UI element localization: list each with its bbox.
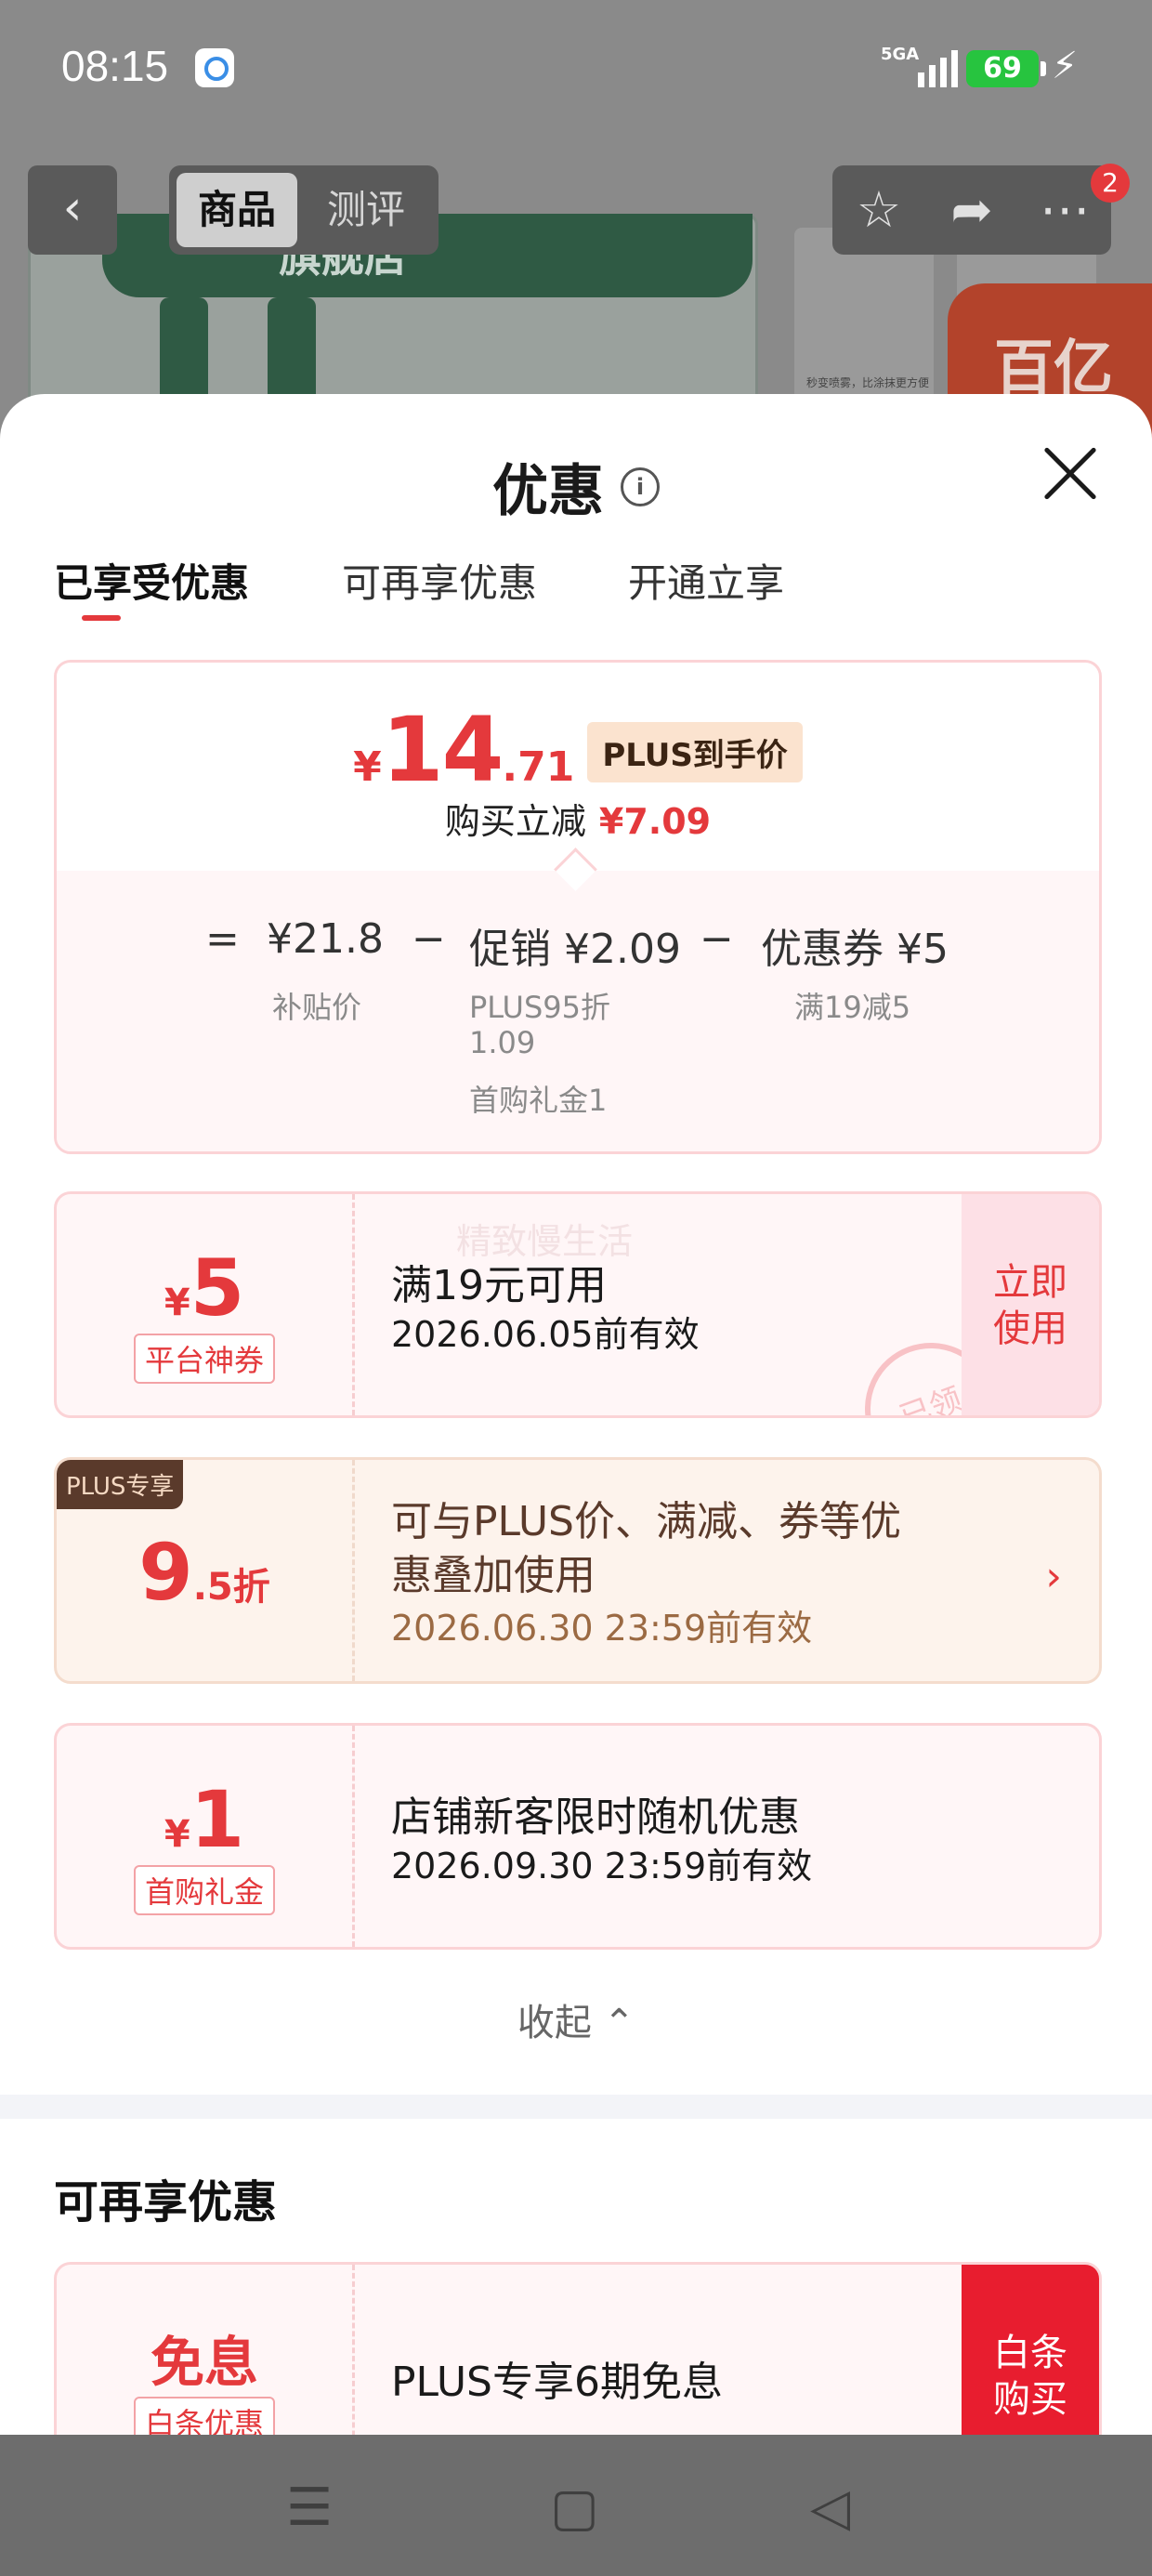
coupon-amount: 优惠券 ¥5 — [761, 926, 949, 973]
battery-icon: 69 — [966, 50, 1046, 87]
base-price-label: 补贴价 — [272, 990, 362, 1025]
coupon-validity: 2026.06.05前有效 — [391, 1314, 700, 1355]
share-icon[interactable]: ➦ — [925, 165, 1018, 255]
chevron-right-icon[interactable]: › — [1045, 1553, 1062, 1600]
coupon-value: 1 — [190, 1774, 245, 1865]
status-bar: 08:15 5GA 69 ⚡ — [0, 0, 1152, 139]
equals-sign: = — [205, 915, 240, 963]
info-icon[interactable]: i — [621, 467, 660, 506]
discount-value: 9 — [138, 1527, 193, 1618]
reduction-amount: ¥7.09 — [598, 801, 712, 842]
promo-detail: PLUS95折 — [469, 990, 610, 1025]
back-button[interactable]: ‹ — [28, 165, 117, 255]
home-icon[interactable]: ▢ — [550, 2477, 599, 2538]
active-tab-indicator — [82, 615, 121, 621]
currency-symbol: ¥ — [353, 743, 382, 791]
interest-free-tag: 白条优惠 — [133, 2397, 275, 2435]
sheet-title-text: 优惠 — [492, 459, 604, 524]
coupon-condition: 满19元可用 — [391, 1262, 607, 1309]
promo-amount: 促销 ¥2.09 — [469, 926, 681, 973]
product-nav-tabs: 商品 测评 — [169, 165, 439, 255]
promo-detail: 1.09 — [469, 1025, 536, 1060]
tab-enjoyed-discounts[interactable]: 已享受优惠 — [54, 552, 249, 609]
discount-description: 惠叠加使用 — [391, 1552, 596, 1599]
coupon-type-tag: 首购礼金 — [133, 1865, 275, 1915]
app-notification-icon — [195, 48, 234, 87]
collapse-button[interactable]: 收起 ⌃ — [0, 1992, 1152, 2046]
section-title-more-discounts: 可再享优惠 — [54, 2176, 278, 2228]
use-now-label: 立即 — [993, 1261, 1067, 1304]
discount-validity: 2026.06.30 23:59前有效 — [391, 1608, 813, 1649]
price-integer: 14 — [381, 698, 504, 802]
coupon-type-tag: 平台神券 — [133, 1334, 275, 1384]
interest-free-card: 免息 白条优惠 PLUS专享6期免息 白条 购买 — [54, 2262, 1102, 2435]
system-nav-bar: ☰ ▢ ◁ — [0, 2435, 1152, 2576]
close-button[interactable] — [1041, 444, 1100, 504]
plus-exclusive-badge: PLUS专享 — [57, 1460, 184, 1509]
tab-activate-discounts[interactable]: 开通立享 — [628, 552, 784, 609]
currency-symbol: ¥ — [164, 1813, 190, 1856]
buy-label: 白条 — [993, 2332, 1067, 2374]
chevron-up-icon: ⌃ — [603, 2002, 635, 2044]
buy-label: 购买 — [993, 2378, 1067, 2421]
coupon-card-first-purchase: ¥1 首购礼金 店铺新客限时随机优惠 2026.09.30 23:59前有效 — [54, 1723, 1102, 1950]
plus-discount-card[interactable]: PLUS专享 9.5折 可与PLUS价、满减、券等优 惠叠加使用 2026.06… — [54, 1457, 1102, 1684]
divider — [352, 1726, 355, 1947]
network-type: 5GA — [881, 45, 920, 64]
interest-free-description: PLUS专享6期免息 — [391, 2359, 723, 2406]
price-summary-card: ¥14.71 PLUS到手价 购买立减 ¥7.09 = ¥21.8 − 促销 ¥2.… — [54, 660, 1102, 1154]
discount-description: 可与PLUS价、满减、券等优 — [391, 1498, 901, 1545]
base-price: ¥21.8 — [267, 915, 384, 963]
discount-sheet: 优惠 i 已享受优惠 可再享优惠 开通立享 ¥14.71 PLUS到手价 购买立减 ¥… — [0, 394, 1152, 2435]
divider — [352, 2265, 355, 2435]
charging-icon: ⚡ — [1052, 45, 1079, 87]
coupon-value-block: ¥1 首购礼金 — [57, 1774, 352, 1915]
price-decimal: .71 — [502, 743, 575, 791]
coupon-value: 5 — [190, 1242, 245, 1334]
baitiao-buy-button[interactable]: 白条 购买 — [962, 2265, 1099, 2435]
back-triangle-icon[interactable]: ◁ — [810, 2477, 850, 2538]
discount-suffix: .5折 — [192, 1566, 270, 1609]
sheet-title: 优惠 i — [0, 446, 1152, 527]
plus-price-tag: PLUS到手价 — [587, 722, 803, 782]
coupon-condition: 店铺新客限时随机优惠 — [391, 1794, 800, 1841]
promo-detail: 首购礼金1 — [469, 1083, 608, 1118]
menu-icon[interactable]: ☰ — [286, 2477, 333, 2538]
tab-more-discounts[interactable]: 可再享优惠 — [342, 552, 537, 609]
currency-symbol: ¥ — [164, 1281, 190, 1324]
signal-icon: 5GA — [881, 45, 958, 87]
use-now-button[interactable]: 立即 使用 — [962, 1194, 1099, 1415]
coupon-detail: 满19减5 — [794, 990, 911, 1025]
favorite-star-icon[interactable]: ☆ — [832, 165, 925, 255]
tab-product[interactable]: 商品 — [177, 173, 297, 247]
tab-reviews[interactable]: 测评 — [327, 173, 405, 247]
instant-reduction: 购买立减 ¥7.09 — [57, 793, 1099, 844]
use-now-label: 使用 — [993, 1308, 1067, 1350]
coupon-validity: 2026.09.30 23:59前有效 — [391, 1846, 813, 1886]
reduction-label: 购买立减 — [444, 801, 586, 842]
minus-sign: − — [700, 915, 734, 963]
divider — [352, 1460, 355, 1681]
section-divider — [0, 2095, 1152, 2119]
collapse-label: 收起 — [517, 2002, 592, 2044]
discount-value-block: 9.5折 — [57, 1527, 352, 1618]
coupon-card-platform: 精致慢生活 ¥5 平台神券 满19元可用 2026.06.05前有效 已领 立即… — [54, 1191, 1102, 1418]
minus-sign: − — [412, 915, 446, 963]
interest-free-value: 免息 — [150, 2331, 258, 2394]
divider — [352, 1194, 355, 1415]
status-time: 08:15 — [61, 42, 169, 90]
notification-badge: 2 — [1091, 164, 1130, 203]
coupon-value-block: ¥5 平台神券 — [57, 1242, 352, 1384]
thumbnail-caption: 秒变喷雾，比涂抹更方便 — [806, 376, 930, 389]
final-price: ¥14.71 PLUS到手价 — [57, 698, 1099, 802]
interest-free-block: 免息 白条优惠 — [57, 2319, 352, 2435]
nav-actions: ☆ ➦ ⋯ — [832, 165, 1111, 255]
